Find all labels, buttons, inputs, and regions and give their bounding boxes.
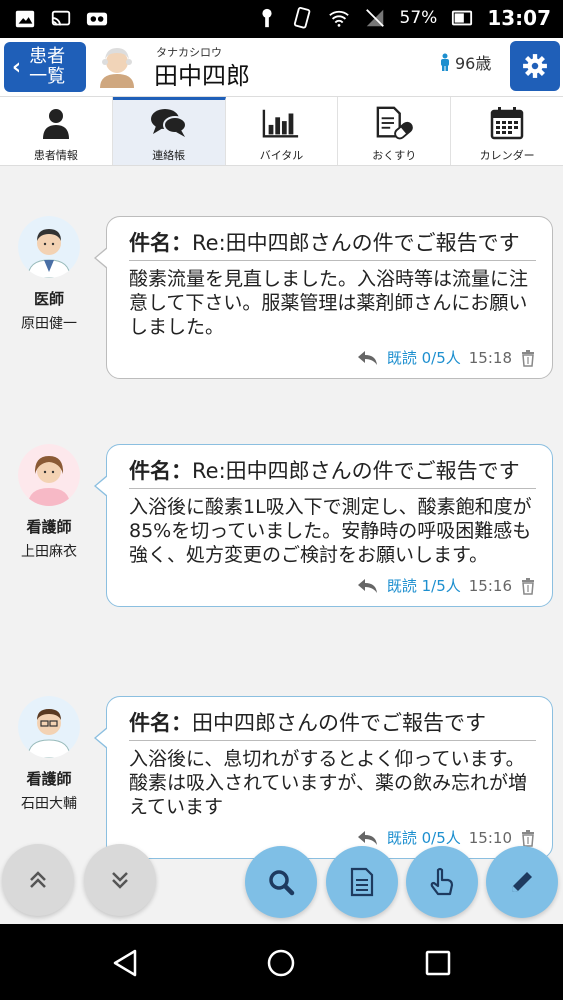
subject-text: Re:田中四郎さんの件でご報告です — [192, 231, 520, 255]
reply-icon[interactable] — [357, 578, 379, 594]
message-sender: 看護師 上田麻衣 — [6, 444, 92, 561]
subject-text: Re:田中四郎さんの件でご報告です — [192, 459, 520, 483]
message-bubble[interactable]: 件名：Re:田中四郎さんの件でご報告です 酸素流量を見直しました。入浴時等は流量… — [94, 216, 553, 379]
chat-icon — [150, 105, 188, 141]
patient-age-text: 96歳 — [455, 54, 492, 73]
tab-medicine[interactable]: おくすり — [338, 97, 452, 165]
main-tabs: 患者情報 連絡帳 バイタル おくすり カレンダー — [0, 96, 563, 166]
scroll-up-button[interactable] — [2, 844, 74, 916]
back-triangle-icon[interactable] — [110, 948, 140, 978]
patient-age: 96歳 — [438, 50, 491, 74]
message-subject: 件名：田中四郎さんの件でご報告です — [129, 711, 536, 741]
document-icon — [350, 867, 374, 897]
battery-percent: 57% — [399, 8, 438, 28]
read-status[interactable]: 既読 0/5人 — [387, 827, 461, 848]
sender-name: 原田健一 — [21, 316, 77, 332]
voicemail-icon — [86, 12, 108, 26]
subject-text: 田中四郎さんの件でご報告です — [192, 711, 486, 735]
home-circle-icon[interactable] — [266, 948, 296, 978]
double-chevron-down-icon — [112, 872, 128, 889]
key-icon — [261, 8, 272, 28]
message-time: 15:10 — [468, 828, 512, 847]
scroll-down-button[interactable] — [84, 844, 156, 916]
tab-label: 患者情報 — [33, 149, 78, 162]
tab-contact-book[interactable]: 連絡帳 — [112, 97, 226, 165]
person-icon — [37, 105, 75, 141]
tab-label: カレンダー — [479, 149, 535, 162]
message-sender: 看護師 石田大輔 — [6, 696, 92, 813]
tab-label: バイタル — [259, 149, 304, 162]
person-standing-icon — [441, 53, 449, 71]
nfc-icon — [293, 7, 310, 29]
patient-avatar — [94, 42, 140, 88]
back-to-patient-list-button[interactable]: ‹ 患者 一覧 — [4, 42, 86, 92]
no-signal-icon — [365, 9, 384, 27]
clock: 13:07 — [487, 6, 551, 30]
compose-button[interactable] — [486, 846, 558, 918]
tab-calendar[interactable]: カレンダー — [451, 97, 563, 165]
message-bubble[interactable]: 件名：田中四郎さんの件でご報告です 入浴後に、息切れがするとよく仰っています。酸… — [94, 696, 553, 859]
calendar-icon — [488, 105, 526, 141]
pencil-icon — [512, 872, 532, 892]
trash-icon[interactable] — [520, 577, 536, 595]
double-chevron-up-icon — [30, 871, 46, 888]
chevron-left-icon: ‹ — [12, 54, 22, 80]
message-meta: 既読 0/5人 15:18 — [129, 347, 536, 368]
subject-prefix: 件名： — [129, 459, 192, 483]
sender-name: 上田麻衣 — [21, 544, 77, 560]
search-button[interactable] — [245, 846, 317, 918]
read-status[interactable]: 既読 0/5人 — [387, 347, 461, 368]
document-button[interactable] — [326, 846, 398, 918]
bar-chart-icon — [262, 105, 300, 141]
nurse-avatar — [18, 696, 80, 759]
tab-vitals[interactable]: バイタル — [226, 97, 339, 165]
message-meta: 既読 1/5人 15:16 — [129, 575, 536, 596]
wifi-icon — [328, 10, 349, 27]
nurse-avatar — [18, 444, 80, 506]
trash-icon[interactable] — [520, 829, 536, 847]
cast-icon — [51, 10, 71, 26]
tab-label: おくすり — [372, 149, 417, 162]
back-label-line1: 患者 — [29, 46, 66, 67]
patient-name: 田中四郎 — [154, 62, 250, 90]
battery-icon — [452, 10, 473, 26]
subject-prefix: 件名： — [129, 231, 192, 255]
sender-role: 医師 — [33, 290, 64, 308]
tap-button[interactable] — [406, 846, 478, 918]
app-header: ‹ 患者 一覧 タナカシロウ 田中四郎 96歳 — [0, 38, 563, 96]
tab-patient-info[interactable]: 患者情報 — [0, 97, 113, 165]
status-bar: 57% 13:07 — [0, 0, 563, 38]
back-label-line2: 一覧 — [29, 66, 66, 87]
tab-label: 連絡帳 — [152, 149, 186, 162]
reply-icon[interactable] — [357, 830, 379, 846]
search-icon — [269, 870, 295, 896]
message-meta: 既読 0/5人 15:10 — [129, 827, 536, 848]
message-list[interactable]: 医師 原田健一 件名：Re:田中四郎さんの件でご報告です 酸素流量を見直しました… — [0, 186, 563, 924]
settings-button[interactable] — [510, 41, 560, 91]
message-bubble[interactable]: 件名：Re:田中四郎さんの件でご報告です 入浴後に酸素1L吸入下で測定し、酸素飽… — [94, 444, 553, 607]
sender-role: 看護師 — [26, 770, 72, 788]
subject-prefix: 件名： — [129, 711, 192, 735]
message-time: 15:18 — [468, 348, 512, 367]
message-body: 酸素流量を見直しました。入浴時等は流量に注意して下さい。服薬管理は薬剤師さんにお… — [129, 268, 529, 338]
doctor-avatar — [18, 216, 80, 279]
sender-role: 看護師 — [26, 518, 72, 536]
message-body: 入浴後に酸素1L吸入下で測定し、酸素飽和度が85%を切っていました。安静時の呼吸… — [129, 496, 532, 566]
message-sender: 医師 原田健一 — [6, 216, 92, 333]
message-subject: 件名：Re:田中四郎さんの件でご報告です — [129, 459, 536, 489]
hand-pointer-icon — [430, 867, 454, 896]
message-body: 入浴後に、息切れがするとよく仰っています。酸素は吸入されていますが、薬の飲み忘れ… — [129, 748, 528, 818]
gear-icon — [523, 54, 547, 78]
image-icon — [15, 10, 35, 28]
read-status[interactable]: 既読 1/5人 — [387, 575, 461, 596]
recents-square-icon[interactable] — [424, 949, 452, 977]
sender-name: 石田大輔 — [21, 796, 77, 812]
message-subject: 件名：Re:田中四郎さんの件でご報告です — [129, 231, 536, 261]
trash-icon[interactable] — [520, 349, 536, 367]
medicine-icon — [375, 105, 414, 141]
message-time: 15:16 — [468, 576, 512, 595]
system-navigation-bar — [0, 924, 563, 1000]
reply-icon[interactable] — [357, 350, 379, 366]
